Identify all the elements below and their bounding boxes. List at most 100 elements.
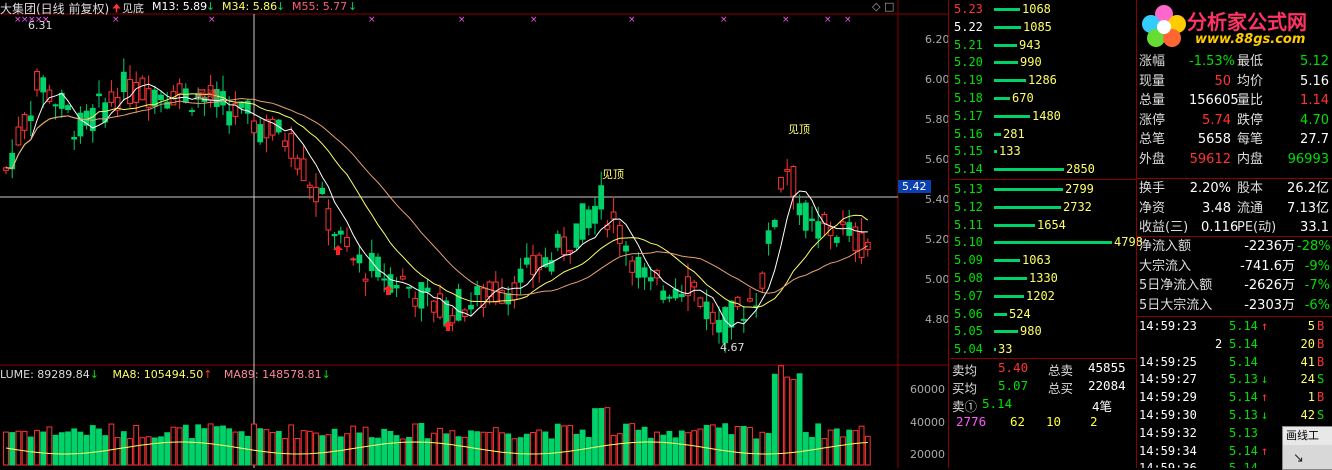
volume-bar	[294, 438, 301, 466]
tick-side: B	[1317, 354, 1325, 369]
vol-axis-60000: 60000	[910, 383, 945, 396]
volume-bar	[585, 437, 592, 466]
kline-chart-area[interactable]: × × × × × × × × × × × × × × × 大集团(日线 前复权) 🠉 见底 M13: 5.…	[0, 0, 950, 468]
candle-body	[759, 272, 766, 289]
flow-label: 净流入额	[1139, 239, 1192, 254]
candle-body	[133, 82, 140, 103]
volume-bar	[195, 424, 202, 466]
high-annotation: 6.31	[28, 19, 53, 32]
volume-bar	[34, 429, 40, 466]
tick-row[interactable]: 14:59:29 5.14 ↑ 1 B	[1137, 388, 1332, 406]
volume-bar	[778, 365, 784, 466]
tick-side: B	[1317, 319, 1325, 333]
tick-up-icon: ↑	[1261, 390, 1269, 405]
volume-bar	[740, 425, 747, 466]
candle-body	[139, 77, 146, 101]
bid-price: 5.05	[954, 324, 983, 339]
ask-volume-bar	[994, 8, 1020, 11]
quote-value: 5.12	[1300, 54, 1329, 69]
restore-icon[interactable]: □	[884, 0, 894, 13]
tick-volume: 1	[1307, 390, 1315, 405]
bid-volume-bar	[994, 259, 1020, 263]
volume-bar	[505, 433, 512, 466]
candle-body	[728, 300, 735, 328]
quote-row: 涨停 5.74 跌停 4.70	[1137, 111, 1332, 131]
candle-body	[9, 152, 16, 170]
dawn-signal: 晨曦	[196, 88, 218, 101]
bid-qty: 1330	[1029, 271, 1058, 285]
tick-down-icon: ↓	[1261, 372, 1269, 387]
tick-price: 5.13	[1229, 408, 1258, 422]
quote-label: 总笔	[1139, 132, 1166, 148]
ma34-label: M34: 5.86	[222, 0, 278, 13]
candle-body	[635, 256, 642, 278]
candlestick-svg[interactable]: × × × × × × × × × × × × × × ×	[0, 0, 948, 468]
total-sell-label: 总卖	[1048, 363, 1074, 378]
total-buy-value: 22084	[1088, 378, 1126, 393]
volume-bar	[127, 438, 133, 466]
draw-tool-window[interactable]: 画线工 ↘	[1282, 426, 1332, 470]
diamond-icon[interactable]: ◇	[872, 0, 880, 13]
volume-bar	[114, 437, 121, 466]
ask-volume-bar	[994, 114, 1030, 118]
quote-value: 156605	[1189, 93, 1239, 109]
bid-volume-bar	[994, 312, 1007, 316]
ask-row: 5.19 1286	[950, 71, 1136, 89]
axis-500: 5.00	[925, 273, 950, 286]
sell-avg-value: 5.40	[998, 360, 1029, 375]
volume-bar	[784, 376, 791, 466]
order-summary: 卖均 5.40 总卖 45855 买均 5.07 总买 22084 卖① 5.1…	[952, 360, 1136, 468]
candle-body	[269, 118, 276, 136]
ma34-line	[5, 93, 869, 309]
ask-row: 5.15 133	[950, 142, 1136, 160]
volume-bar	[325, 434, 332, 466]
tick-price: 5.13	[1229, 372, 1258, 387]
ma8-up-icon: ↑	[203, 368, 213, 381]
candle-body	[616, 224, 623, 244]
candle-body	[455, 288, 462, 321]
candle-body	[412, 297, 419, 307]
tick-row[interactable]: 2 5.14 20 B	[1137, 335, 1332, 353]
candle-body	[585, 209, 592, 229]
ma34-down-icon: ↓	[276, 0, 286, 13]
candle-body	[821, 214, 828, 225]
axis-620: 6.20	[925, 33, 950, 46]
bid-qty: 980	[1020, 324, 1042, 339]
tick-row[interactable]: 14:59:25 5.14 41 B	[1137, 353, 1332, 371]
ma55-down-icon: ↓	[348, 0, 358, 13]
flow-row: 5日净流入额 -2626万 -7%	[1137, 276, 1332, 296]
bid-price: 5.11	[954, 217, 983, 232]
candle-body	[561, 236, 567, 255]
tick-volume: 42	[1300, 408, 1315, 422]
tick-price: 5.14	[1229, 354, 1258, 369]
volume-bar	[592, 408, 598, 466]
draw-line-icon[interactable]: ↘	[1293, 451, 1304, 466]
candle-body	[654, 270, 660, 279]
vol-down-icon: ↓	[89, 368, 99, 381]
volume-bar	[449, 430, 456, 466]
signal-arrow-icon: 🠉	[112, 2, 122, 15]
volume-bar	[356, 432, 363, 466]
volume-bar	[176, 427, 183, 466]
volume-bar	[765, 433, 772, 466]
bid-price: 5.09	[954, 253, 983, 268]
bid-row: 5.04 33	[950, 340, 1136, 358]
volume-bar	[412, 423, 419, 466]
candle-body	[474, 286, 481, 296]
ask-row: 5.18 670	[950, 89, 1136, 107]
volume-bar	[486, 431, 493, 466]
volume-bar	[728, 434, 735, 466]
candle-body	[678, 293, 685, 298]
quote-row: 总量 156605 量比 1.14	[1137, 91, 1332, 111]
tick-row[interactable]: 14:59:23 5.14 ↑ 5 B	[1137, 317, 1332, 335]
axis-480: 4.80	[925, 313, 950, 326]
candle-body	[790, 166, 797, 197]
volume-bar	[672, 437, 679, 466]
axis-520: 5.20	[925, 233, 950, 246]
tick-row[interactable]: 14:59:30 5.13 ↓ 42 S	[1137, 406, 1332, 424]
candle-body	[52, 104, 59, 107]
volume-bar	[511, 438, 518, 466]
tick-time: 14:59:25	[1139, 354, 1197, 369]
flow-percent: -7%	[1304, 278, 1330, 294]
tick-row[interactable]: 14:59:27 5.13 ↓ 24 S	[1137, 370, 1332, 388]
